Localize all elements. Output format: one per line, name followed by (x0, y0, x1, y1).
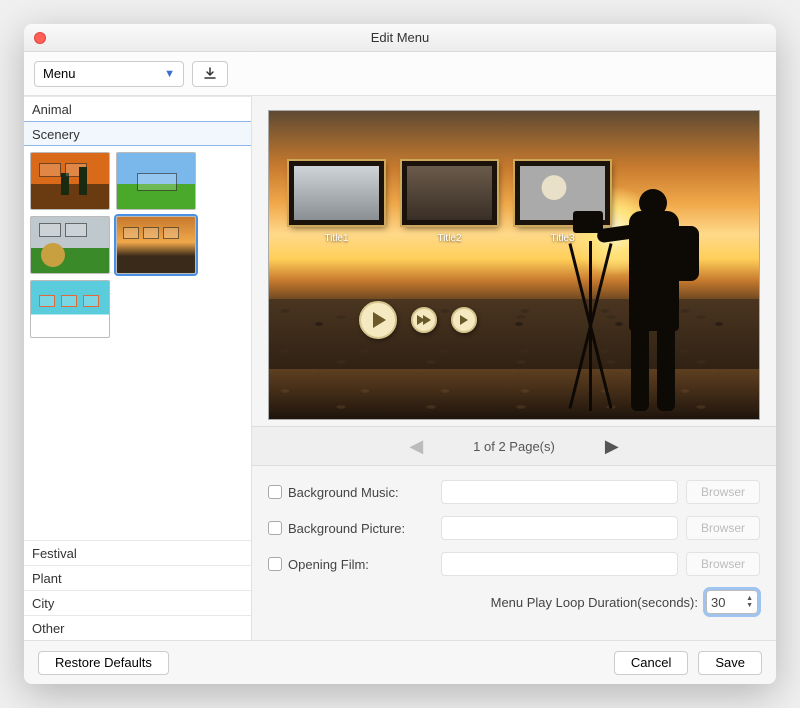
dropdown-label: Menu (43, 66, 76, 81)
frame-caption: Title1 (289, 233, 384, 244)
main-panel: Title1 Title2 Title3 (252, 96, 776, 640)
category-other[interactable]: Other (24, 615, 251, 640)
opening-film-browse-button[interactable]: Browser (686, 552, 760, 576)
loop-duration-label: Menu Play Loop Duration(seconds): (491, 595, 698, 610)
page-next-button[interactable]: ▶ (605, 436, 619, 457)
category-animal[interactable]: Animal (24, 97, 251, 122)
pager: ◀ 1 of 2 Page(s) ▶ (252, 426, 776, 466)
frame-caption: Title2 (402, 233, 497, 244)
forward-button[interactable] (451, 307, 477, 333)
loop-duration-stepper[interactable]: 30 ▲▼ (706, 590, 758, 614)
loop-duration-value: 30 (711, 595, 725, 610)
bg-picture-checkbox[interactable] (268, 521, 282, 535)
category-scenery[interactable]: Scenery (24, 121, 251, 146)
play-button[interactable] (359, 301, 397, 339)
bg-music-checkbox[interactable] (268, 485, 282, 499)
loop-duration-row: Menu Play Loop Duration(seconds): 30 ▲▼ (268, 582, 760, 622)
body: Animal Scenery (24, 96, 776, 640)
opening-film-checkbox[interactable] (268, 557, 282, 571)
category-list-bottom: Festival Plant City Other (24, 540, 251, 640)
next-button[interactable] (411, 307, 437, 333)
opening-film-row: Opening Film: Browser (268, 546, 760, 582)
forward-icon (460, 315, 468, 325)
bg-music-browse-button[interactable]: Browser (686, 480, 760, 504)
title-frames: Title1 Title2 Title3 (289, 161, 610, 244)
template-thumb-selected[interactable] (116, 216, 196, 274)
bg-music-label[interactable]: Background Music: (268, 485, 433, 500)
category-festival[interactable]: Festival (24, 540, 251, 565)
download-icon (203, 67, 217, 81)
photographer-silhouette (579, 171, 739, 420)
bg-music-field[interactable] (441, 480, 678, 504)
frame-image (289, 161, 384, 225)
page-indicator: 1 of 2 Page(s) (473, 439, 555, 454)
bg-music-row: Background Music: Browser (268, 474, 760, 510)
menu-type-dropdown[interactable]: Menu ▼ (34, 61, 184, 87)
bg-picture-browse-button[interactable]: Browser (686, 516, 760, 540)
page-prev-button[interactable]: ◀ (409, 436, 423, 457)
play-icon (373, 312, 386, 328)
playback-controls (359, 301, 477, 339)
template-thumbnails (24, 146, 251, 540)
template-thumb[interactable] (30, 280, 110, 338)
chevron-down-icon: ▼ (164, 68, 175, 80)
category-plant[interactable]: Plant (24, 565, 251, 590)
menu-preview[interactable]: Title1 Title2 Title3 (268, 110, 760, 420)
footer: Restore Defaults Cancel Save (24, 640, 776, 684)
category-list-top: Animal Scenery (24, 96, 251, 146)
category-city[interactable]: City (24, 590, 251, 615)
titlebar: Edit Menu (24, 24, 776, 52)
stepper-arrows-icon: ▲▼ (746, 595, 753, 609)
options-form: Background Music: Browser Background Pic… (252, 466, 776, 630)
title-frame[interactable]: Title1 (289, 161, 384, 244)
restore-defaults-button[interactable]: Restore Defaults (38, 651, 169, 675)
sidebar: Animal Scenery (24, 96, 252, 640)
cancel-button[interactable]: Cancel (614, 651, 688, 675)
toolbar: Menu ▼ (24, 52, 776, 96)
save-button[interactable]: Save (698, 651, 762, 675)
bg-picture-label[interactable]: Background Picture: (268, 521, 433, 536)
template-thumb[interactable] (116, 152, 196, 210)
edit-menu-window: Edit Menu Menu ▼ Animal Scenery (24, 24, 776, 684)
bg-picture-row: Background Picture: Browser (268, 510, 760, 546)
download-button[interactable] (192, 61, 228, 87)
opening-film-field[interactable] (441, 552, 678, 576)
template-thumb[interactable] (30, 216, 110, 274)
template-thumb[interactable] (30, 152, 110, 210)
frame-image (402, 161, 497, 225)
preview-container: Title1 Title2 Title3 (252, 96, 776, 426)
title-frame[interactable]: Title2 (402, 161, 497, 244)
bg-picture-field[interactable] (441, 516, 678, 540)
window-title: Edit Menu (24, 30, 776, 45)
opening-film-label[interactable]: Opening Film: (268, 557, 433, 572)
